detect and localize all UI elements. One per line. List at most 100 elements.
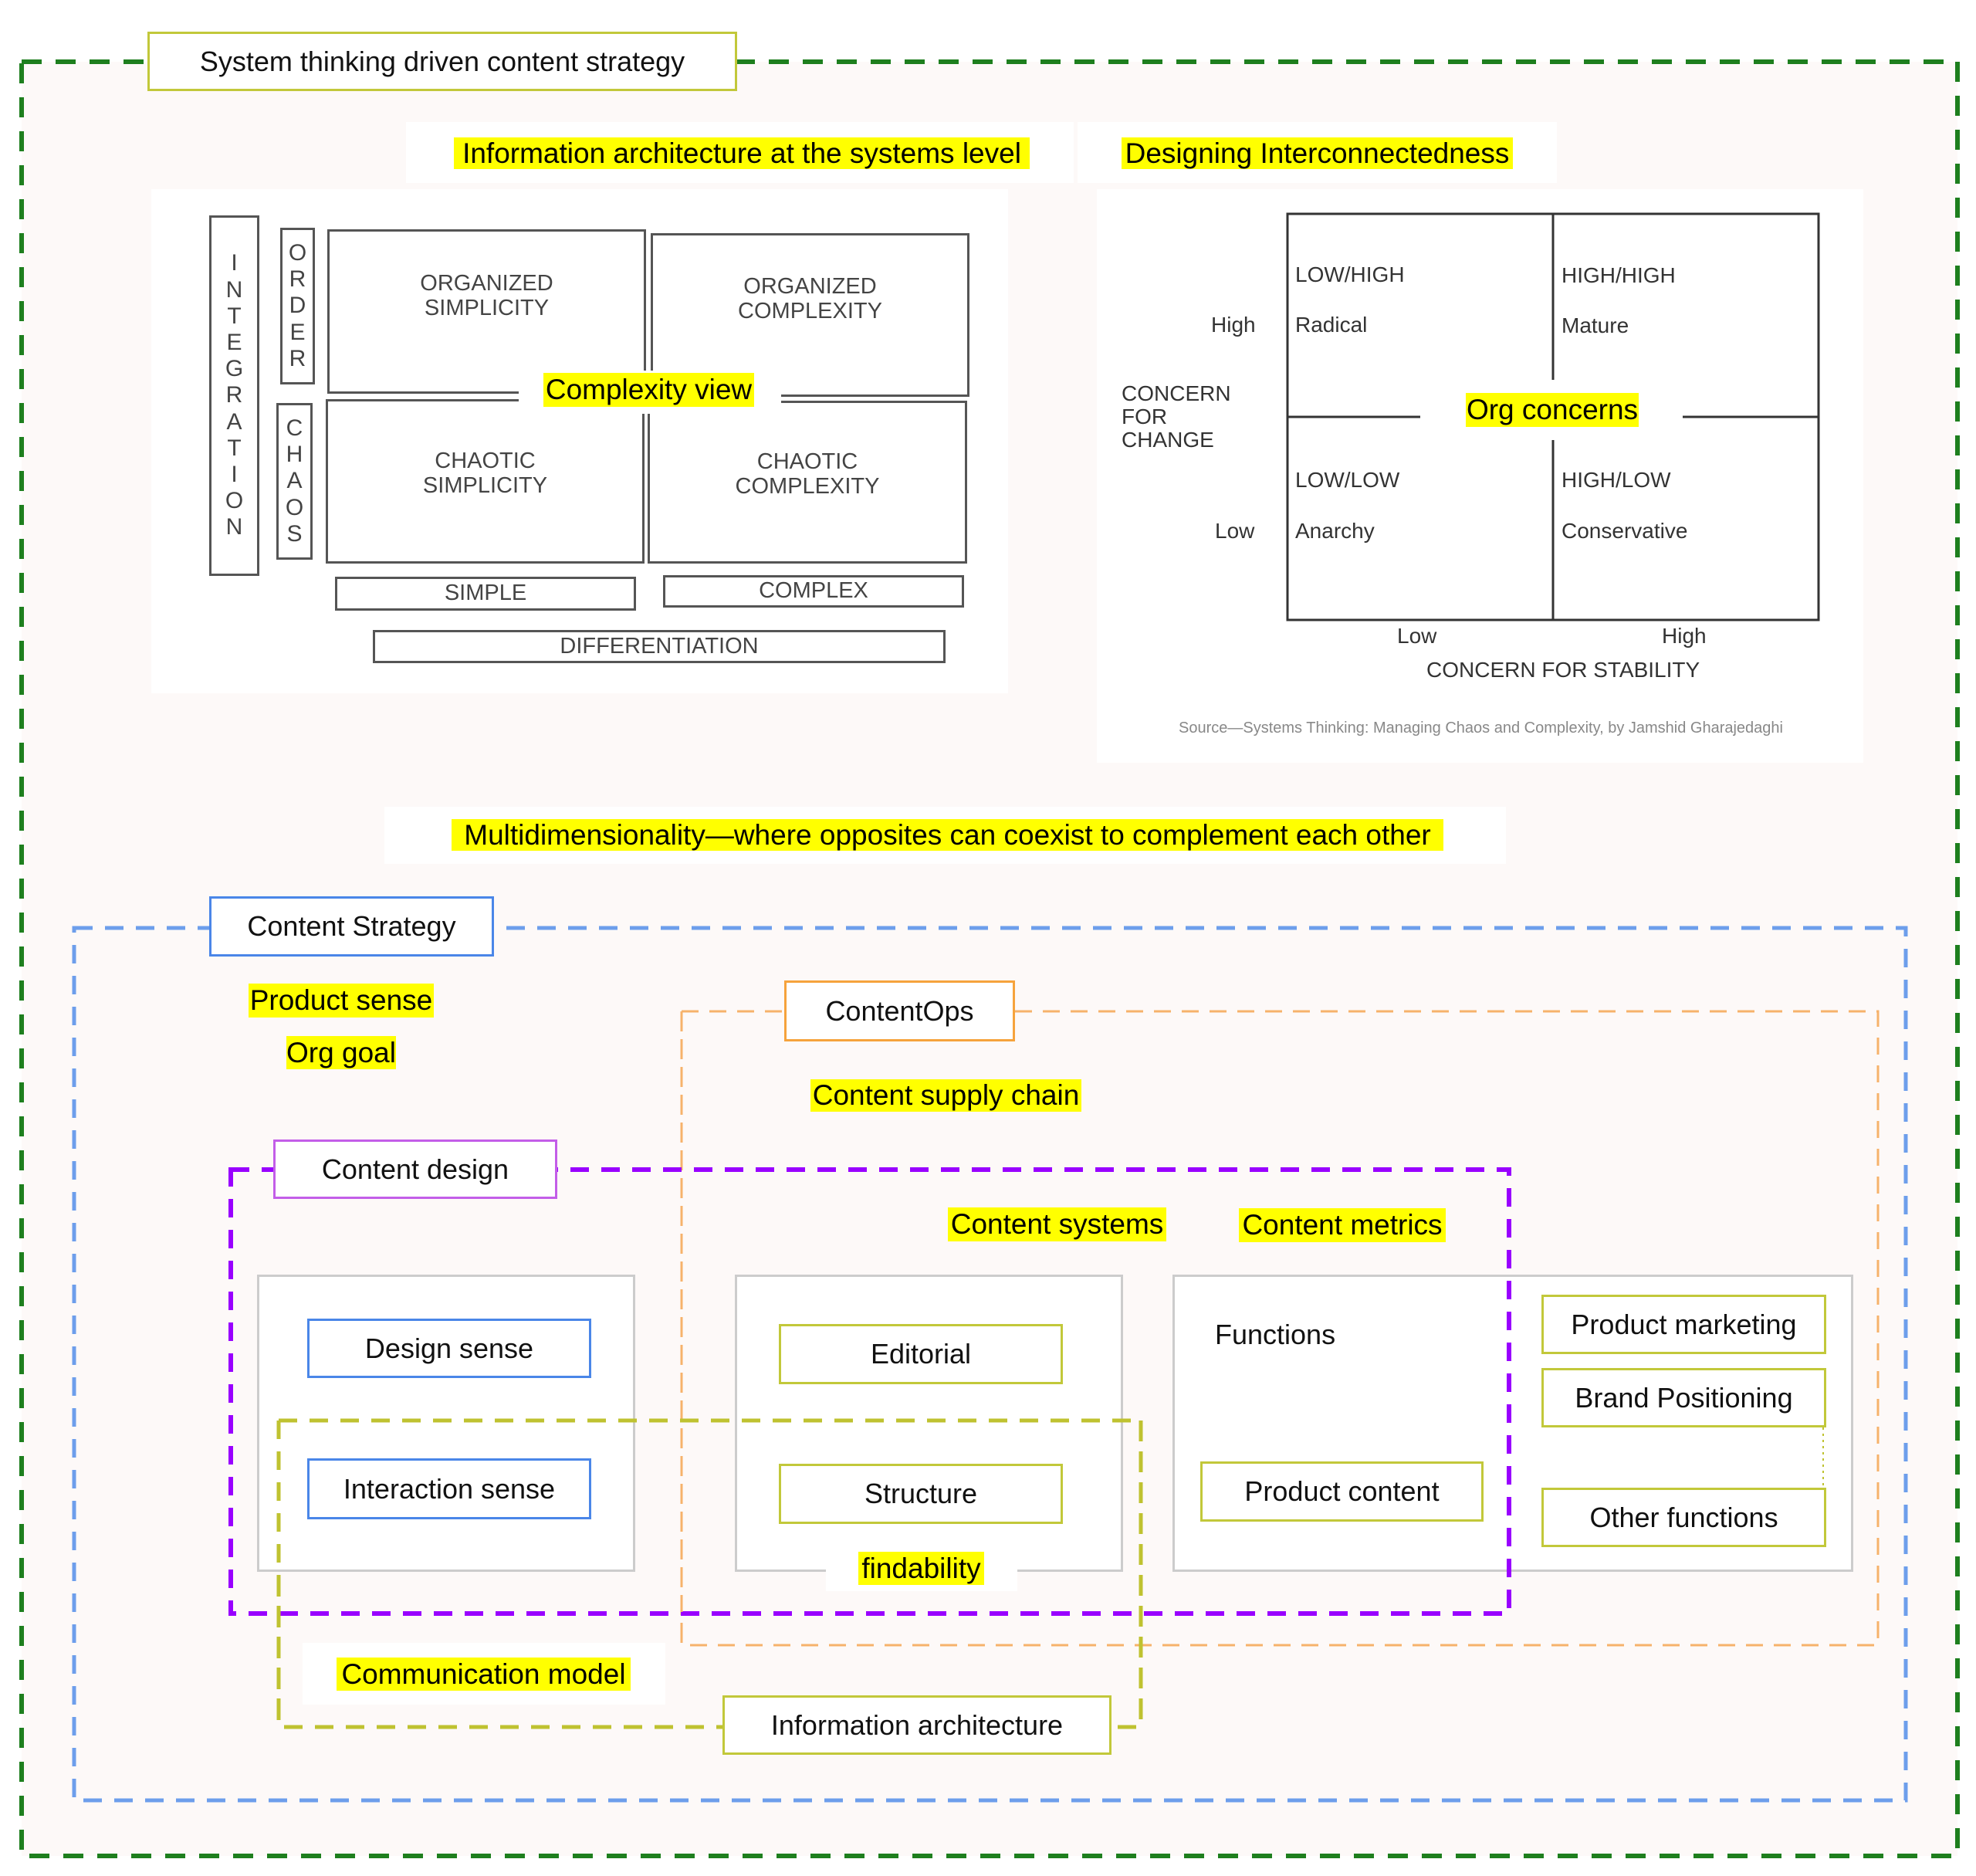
functions-label: Functions (1215, 1319, 1336, 1350)
quadrant-name-radical: Radical (1295, 313, 1368, 337)
designing-interconnectedness-label: Designing Interconnectedness (1122, 137, 1513, 169)
communication-model-note: Communication model (337, 1658, 631, 1691)
quadrant-line: SIMPLICITY (422, 472, 548, 498)
content-metrics-note: Content metrics (1239, 1208, 1446, 1242)
simple-axis: SIMPLE (335, 577, 636, 611)
interaction-sense-box: Interaction sense (307, 1458, 591, 1519)
quadrant-organized-simplicity: ORGANIZED SIMPLICITY (327, 229, 646, 394)
x-axis-title: CONCERN FOR STABILITY (1426, 658, 1700, 682)
axis-letter: A (286, 468, 303, 494)
content-ops-label: ContentOps (825, 994, 974, 1027)
multidimensionality-label: Multidimensionality—where opposites can … (452, 819, 1443, 851)
y-axis-low: Low (1215, 519, 1255, 543)
axis-letter: I (231, 461, 238, 487)
quadrant-code-low-high: LOW/HIGH (1295, 262, 1405, 286)
content-strategy-label: Content Strategy (247, 910, 456, 942)
y-axis-title: CONCERN FOR CHANGE (1122, 382, 1231, 452)
differentiation-axis: DIFFERENTIATION (373, 630, 946, 663)
quadrant-line: COMPLEXITY (738, 299, 882, 323)
axis-letter: T (227, 435, 242, 461)
y-axis-title-line: CHANGE (1122, 428, 1214, 452)
findability-note: findability (858, 1552, 984, 1585)
content-systems-note: Content systems (948, 1207, 1166, 1241)
y-axis-high: High (1211, 313, 1256, 337)
brand-positioning-box: Brand Positioning (1541, 1368, 1826, 1427)
other-functions-label: Other functions (1589, 1501, 1778, 1533)
editorial-label: Editorial (870, 1338, 972, 1370)
content-strategy-box: Content Strategy (209, 896, 494, 957)
complexity-view-label: Complexity view (543, 373, 754, 407)
ia-systems-level-label: Information architecture at the systems … (454, 137, 1030, 169)
axis-letter: E (226, 330, 242, 356)
axis-letter: N (225, 514, 243, 540)
quadrant-name-anarchy: Anarchy (1295, 519, 1375, 543)
content-ops-box: ContentOps (784, 980, 1015, 1041)
quadrant-chaotic-simplicity: CHAOTIC SIMPLICITY (326, 399, 645, 564)
org-concerns-label: Org concerns (1466, 393, 1639, 427)
information-architecture-box: Information architecture (722, 1695, 1112, 1755)
title-box: System thinking driven content strategy (147, 32, 737, 91)
axis-letter: O (288, 240, 307, 266)
axis-letter: G (225, 356, 244, 382)
x-axis-high: High (1662, 624, 1707, 648)
other-functions-box: Other functions (1541, 1488, 1826, 1547)
quadrant-code-high-high: HIGH/HIGH (1562, 263, 1676, 287)
y-axis-title-line: FOR (1122, 405, 1168, 428)
axis-letter: D (289, 293, 306, 319)
interaction-sense-label: Interaction sense (343, 1472, 556, 1505)
quadrant-line: ORGANIZED (420, 270, 553, 296)
axis-letter: E (289, 319, 306, 345)
title-text: System thinking driven content strategy (199, 45, 685, 77)
complex-axis: COMPLEX (663, 575, 964, 608)
quadrant-chaotic-complexity: CHAOTIC COMPLEXITY (648, 401, 967, 564)
editorial-box: Editorial (779, 1324, 1063, 1384)
editorial-panel (735, 1275, 1123, 1572)
product-marketing-box: Product marketing (1541, 1295, 1826, 1354)
content-design-box: Content design (273, 1139, 557, 1199)
quadrant-line: SIMPLICITY (424, 295, 550, 320)
complex-text: COMPLEX (759, 578, 868, 604)
axis-letter: I (231, 250, 238, 276)
axis-letter: T (227, 303, 242, 329)
structure-box: Structure (779, 1464, 1063, 1524)
integration-axis: INTEGRATION (209, 215, 259, 576)
content-supply-chain-note: Content supply chain (810, 1079, 1081, 1112)
quadrant-name-mature: Mature (1562, 313, 1629, 337)
axis-letter: S (286, 520, 303, 547)
order-axis: ORDER (280, 228, 315, 384)
axis-letter: O (225, 488, 244, 514)
quadrant-code-low-low: LOW/LOW (1295, 468, 1400, 492)
quadrant-line: COMPLEXITY (735, 473, 880, 499)
source-citation: Source—Systems Thinking: Managing Chaos … (1179, 720, 1783, 737)
differentiation-text: DIFFERENTIATION (560, 633, 759, 659)
design-sense-box: Design sense (307, 1319, 591, 1378)
information-architecture-label: Information architecture (770, 1708, 1064, 1741)
x-axis-low: Low (1397, 624, 1437, 648)
axis-letter: C (286, 415, 303, 442)
quadrant-code-high-low: HIGH/LOW (1562, 468, 1671, 492)
product-sense-note: Product sense (249, 984, 434, 1018)
chaos-axis: CHAOS (276, 403, 313, 560)
axis-letter: R (289, 345, 306, 371)
quadrant-line: CHAOTIC (756, 449, 858, 474)
structure-label: Structure (864, 1478, 978, 1509)
product-marketing-label: Product marketing (1571, 1308, 1797, 1340)
axis-letter: N (225, 276, 243, 303)
axis-letter: A (226, 408, 242, 435)
y-axis-title-line: CONCERN (1122, 381, 1231, 405)
simple-text: SIMPLE (444, 581, 527, 606)
product-content-label: Product content (1244, 1475, 1440, 1507)
content-design-label: Content design (321, 1153, 509, 1185)
design-sense-label: Design sense (364, 1332, 534, 1364)
axis-letter: H (286, 442, 303, 468)
org-goal-note: Org goal (286, 1036, 396, 1069)
axis-letter: O (285, 494, 304, 520)
product-content-box: Product content (1200, 1461, 1484, 1522)
brand-positioning-label: Brand Positioning (1575, 1381, 1793, 1414)
axis-letter: R (289, 266, 306, 293)
quadrant-line: ORGANIZED (743, 274, 877, 300)
diagram-canvas: System thinking driven content strategy … (0, 0, 1976, 1876)
quadrant-line: CHAOTIC (435, 448, 536, 473)
quadrant-name-conservative: Conservative (1562, 519, 1688, 543)
axis-letter: R (225, 382, 243, 408)
